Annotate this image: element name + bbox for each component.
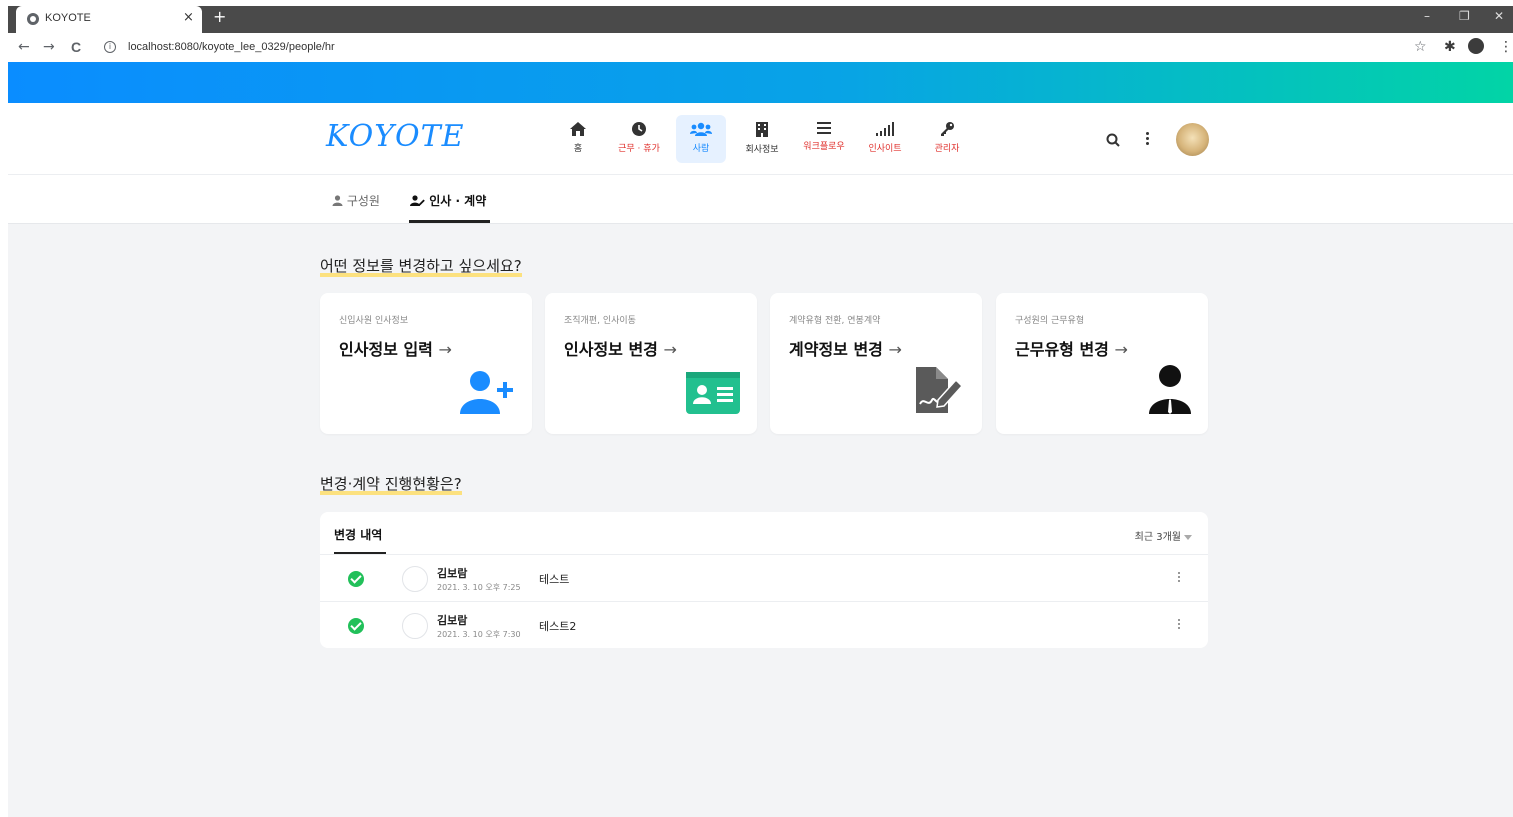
browser-menu-icon[interactable]: ⋮ bbox=[1499, 39, 1513, 55]
nav-label: 관리자 bbox=[934, 144, 960, 154]
reload-icon[interactable]: C bbox=[71, 39, 81, 55]
nav-work-leave[interactable]: 근무 · 휴가 bbox=[614, 115, 664, 163]
user-edit-icon bbox=[410, 195, 425, 206]
app-header: KOYOTE 홈 근무 · 휴가 사람 회사정보 워크플로우 인사이트 관리자 bbox=[8, 103, 1513, 175]
info-icon[interactable]: i bbox=[104, 41, 116, 53]
tab-strip bbox=[8, 6, 1513, 33]
window-close-icon[interactable]: ✕ bbox=[1494, 9, 1504, 23]
row-more-icon[interactable] bbox=[1178, 572, 1181, 584]
section-title-change: 어떤 정보를 변경하고 싶으세요? bbox=[320, 257, 522, 277]
nav-label: 회사정보 bbox=[745, 145, 779, 155]
more-menu-icon[interactable] bbox=[1146, 132, 1150, 147]
nav-workflow[interactable]: 워크플로우 bbox=[799, 115, 849, 163]
contract-sign-icon bbox=[916, 367, 964, 413]
row-title: 테스트 bbox=[539, 573, 570, 586]
nav-label: 인사이트 bbox=[868, 144, 902, 154]
table-row[interactable]: 김보람 2021. 3. 10 오후 7:25 테스트 bbox=[320, 556, 1208, 602]
bookmark-star-icon[interactable]: ☆ bbox=[1414, 39, 1427, 55]
extensions-icon[interactable]: ✱ bbox=[1444, 39, 1456, 55]
tab-members-label: 구성원 bbox=[346, 194, 380, 208]
period-filter-dropdown[interactable]: 최근 3개월 bbox=[1135, 528, 1192, 543]
top-banner bbox=[8, 62, 1513, 103]
row-date: 2021. 3. 10 오후 7:25 bbox=[437, 583, 521, 592]
card-subtitle: 조직개편, 인사이동 bbox=[564, 316, 636, 326]
nav-label: 워크플로우 bbox=[803, 142, 845, 152]
nav-company-info[interactable]: 회사정보 bbox=[737, 115, 787, 163]
nav-insight[interactable]: 인사이트 bbox=[860, 115, 910, 163]
main-content: 어떤 정보를 변경하고 싶으세요? 신입사원 인사정보 인사정보 입력 → 조직… bbox=[8, 224, 1513, 817]
nav-label: 사람 bbox=[692, 144, 710, 154]
active-tab-indicator bbox=[409, 220, 490, 223]
nav-home[interactable]: 홈 bbox=[553, 115, 603, 163]
avatar bbox=[402, 566, 428, 592]
signal-icon bbox=[876, 122, 894, 136]
row-title: 테스트2 bbox=[539, 620, 577, 633]
nav-label: 홈 bbox=[573, 144, 583, 154]
card-hr-change[interactable]: 조직개편, 인사이동 인사정보 변경 → bbox=[545, 293, 757, 434]
row-name: 김보람 bbox=[437, 614, 468, 627]
check-circle-icon bbox=[348, 618, 364, 634]
card-hr-input[interactable]: 신입사원 인사정보 인사정보 입력 → bbox=[320, 293, 532, 434]
list-icon bbox=[817, 122, 831, 134]
key-icon bbox=[941, 122, 954, 136]
browser-tab[interactable]: KOYOTE × bbox=[16, 6, 202, 33]
card-subtitle: 구성원의 근무유형 bbox=[1015, 316, 1085, 326]
chevron-down-icon bbox=[1184, 534, 1192, 540]
change-history-panel: 변경 내역 최근 3개월 김보람 2021. 3. 10 오후 7:25 테스트… bbox=[320, 512, 1208, 648]
people-icon bbox=[690, 122, 712, 136]
nav-label: 근무 · 휴가 bbox=[618, 144, 660, 154]
tab-hr-contract[interactable]: 인사 · 계약 bbox=[410, 192, 486, 209]
globe-icon bbox=[27, 13, 39, 25]
back-icon[interactable]: ← bbox=[18, 39, 30, 55]
forward-icon[interactable]: → bbox=[43, 39, 55, 55]
tab-hr-contract-label: 인사 · 계약 bbox=[429, 194, 487, 208]
row-date: 2021. 3. 10 오후 7:30 bbox=[437, 630, 521, 639]
clock-icon bbox=[632, 122, 646, 136]
profile-icon[interactable] bbox=[1468, 38, 1484, 54]
id-card-icon bbox=[686, 372, 740, 414]
building-icon bbox=[756, 122, 768, 137]
table-row[interactable]: 김보람 2021. 3. 10 오후 7:30 테스트2 bbox=[320, 603, 1208, 649]
check-circle-icon bbox=[348, 571, 364, 587]
user-icon bbox=[332, 195, 343, 206]
avatar[interactable] bbox=[1176, 123, 1209, 156]
add-user-icon bbox=[460, 371, 513, 414]
logo[interactable]: KOYOTE bbox=[326, 119, 465, 154]
row-more-icon[interactable] bbox=[1178, 619, 1181, 631]
browser-tabbar: KOYOTE × + – ❐ ✕ bbox=[0, 0, 1513, 33]
tab-close-icon[interactable]: × bbox=[183, 10, 194, 25]
card-worktype-change[interactable]: 구성원의 근무유형 근무유형 변경 → bbox=[996, 293, 1208, 434]
row-name: 김보람 bbox=[437, 567, 468, 580]
new-tab-icon[interactable]: + bbox=[213, 9, 226, 25]
card-subtitle: 계약유형 전환, 연봉계약 bbox=[789, 316, 881, 326]
card-contract-change[interactable]: 계약유형 전환, 연봉계약 계약정보 변경 → bbox=[770, 293, 982, 434]
restore-icon[interactable]: ❐ bbox=[1459, 9, 1470, 23]
avatar bbox=[402, 613, 428, 639]
card-title: 계약정보 변경 → bbox=[789, 340, 902, 359]
home-icon bbox=[570, 122, 586, 136]
tab-members[interactable]: 구성원 bbox=[332, 192, 380, 209]
card-title: 인사정보 입력 → bbox=[339, 340, 452, 359]
url-field[interactable]: localhost:8080/koyote_lee_0329/people/hr bbox=[128, 41, 335, 53]
subtabs: 구성원 인사 · 계약 bbox=[8, 175, 1513, 224]
nav-admin[interactable]: 관리자 bbox=[922, 115, 972, 163]
suit-person-icon bbox=[1149, 365, 1191, 414]
section-title-status: 변경·계약 진행현황은? bbox=[320, 475, 462, 495]
tab-change-history[interactable]: 변경 내역 bbox=[334, 526, 382, 543]
tab-title: KOYOTE bbox=[45, 12, 91, 24]
card-subtitle: 신입사원 인사정보 bbox=[339, 316, 409, 326]
search-icon[interactable] bbox=[1106, 133, 1120, 147]
card-title: 근무유형 변경 → bbox=[1015, 340, 1128, 359]
minimize-icon[interactable]: – bbox=[1424, 9, 1430, 23]
address-bar: ← → C i localhost:8080/koyote_lee_0329/p… bbox=[8, 33, 1513, 62]
nav-people[interactable]: 사람 bbox=[676, 115, 726, 163]
card-title: 인사정보 변경 → bbox=[564, 340, 677, 359]
